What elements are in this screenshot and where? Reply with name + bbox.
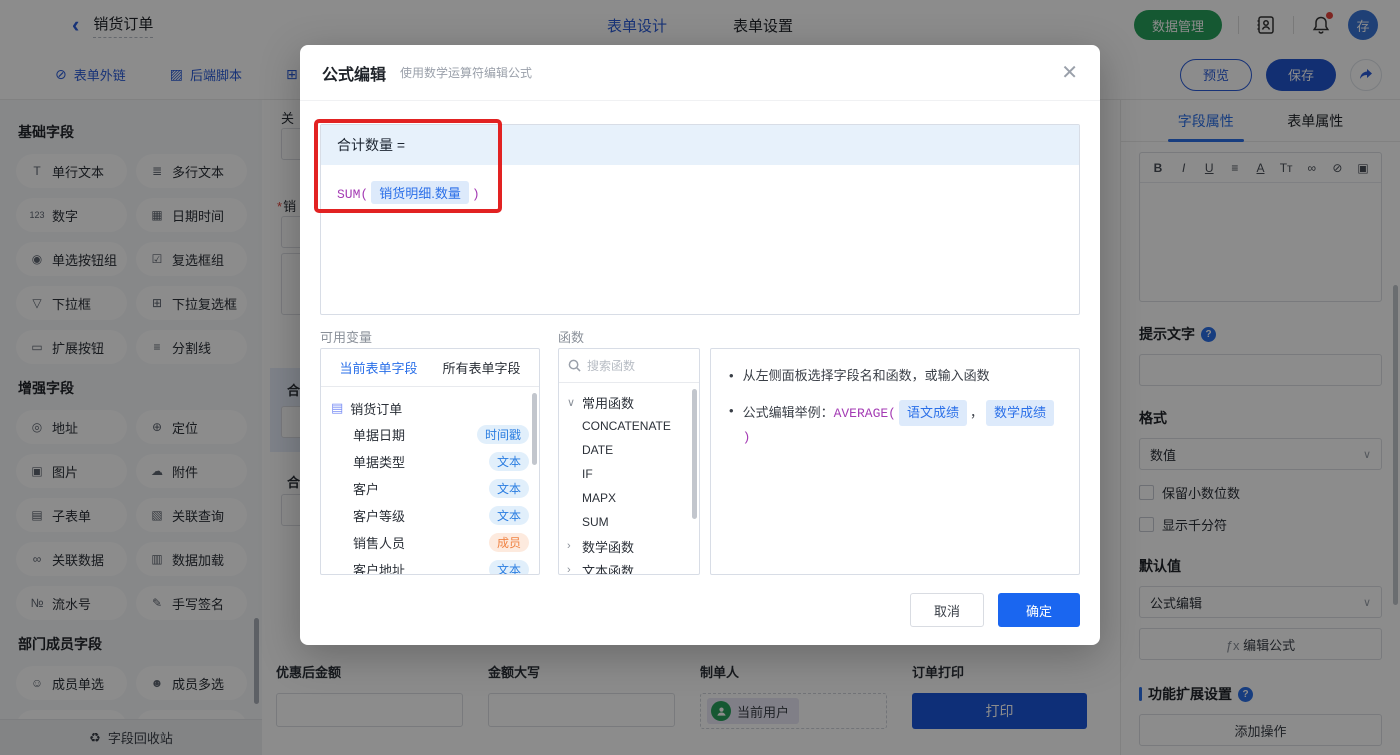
- formula-function-open: SUM(: [337, 187, 368, 202]
- function-item-sum[interactable]: SUM: [567, 510, 693, 534]
- variable-name: 单据类型: [353, 452, 489, 471]
- formula-target: 合计数量 =: [321, 125, 1079, 165]
- variable-name: 销售人员: [353, 533, 489, 552]
- modal-subtitle: 使用数学运算符编辑公式: [400, 64, 532, 81]
- cancel-button[interactable]: 取消: [910, 593, 984, 627]
- functions-scrollbar[interactable]: [692, 389, 697, 519]
- variable-row[interactable]: 客户等级文本: [331, 502, 529, 529]
- example-prefix: 公式编辑举例：: [743, 405, 834, 420]
- variable-row[interactable]: 单据类型文本: [331, 448, 529, 475]
- close-icon[interactable]: ✕: [1061, 63, 1078, 83]
- example-chip: 语文成绩: [899, 400, 967, 426]
- type-badge: 文本: [489, 452, 529, 471]
- variable-name: 客户地址: [353, 560, 489, 575]
- formula-edit-modal: 公式编辑 使用数学运算符编辑公式 ✕ 合计数量 = SUM(销货明细.数量) 可…: [300, 45, 1100, 645]
- function-item-concatenate[interactable]: CONCATENATE: [567, 414, 693, 438]
- bullet-icon: •: [729, 365, 734, 387]
- tree-root-form[interactable]: ▤ 销货订单: [331, 395, 529, 421]
- variables-tabs: 当前表单字段 所有表单字段: [321, 349, 539, 387]
- variable-row[interactable]: 销售人员成员: [331, 529, 529, 556]
- modal-footer: 取消 确定: [910, 593, 1080, 627]
- function-item-date[interactable]: DATE: [567, 438, 693, 462]
- help-line-2: • 公式编辑举例：AVERAGE(语文成绩，数学成绩): [729, 400, 1061, 449]
- function-item-if[interactable]: IF: [567, 462, 693, 486]
- type-badge: 文本: [489, 560, 529, 575]
- search-icon: [568, 359, 581, 372]
- type-badge: 时间戳: [477, 425, 529, 444]
- functions-label: 函数: [558, 327, 584, 346]
- tab-current-form-fields[interactable]: 当前表单字段: [339, 358, 417, 377]
- formula-expression[interactable]: SUM(销货明细.数量): [321, 165, 1079, 220]
- function-group-common[interactable]: ∨ 常用函数: [567, 390, 693, 414]
- confirm-button[interactable]: 确定: [998, 593, 1080, 627]
- group-label: 数学函数: [582, 537, 634, 556]
- group-label: 常用函数: [582, 393, 634, 412]
- variable-name: 客户等级: [353, 506, 489, 525]
- variable-row[interactable]: 客户地址文本: [331, 556, 529, 575]
- variables-panel: 当前表单字段 所有表单字段 ▤ 销货订单 单据日期时间戳 单据类型文本 客户文本…: [320, 348, 540, 575]
- variable-name: 客户: [353, 479, 489, 498]
- modal-title: 公式编辑: [322, 61, 386, 85]
- field-chip[interactable]: 销货明细.数量: [371, 181, 469, 204]
- comma: ，: [970, 405, 983, 420]
- variables-scrollbar[interactable]: [532, 393, 537, 465]
- caret-right-icon: ›: [567, 564, 577, 575]
- function-group-math[interactable]: › 数学函数: [567, 534, 693, 558]
- tab-all-form-fields[interactable]: 所有表单字段: [442, 358, 520, 377]
- function-item-mapx[interactable]: MAPX: [567, 486, 693, 510]
- caret-right-icon: ›: [567, 540, 577, 552]
- formula-editor[interactable]: 合计数量 = SUM(销货明细.数量): [320, 124, 1080, 315]
- formula-function-close: ): [472, 187, 480, 202]
- variables-tree: ▤ 销货订单 单据日期时间戳 单据类型文本 客户文本 客户等级文本 销售人员成员…: [321, 387, 539, 575]
- help-panel: • 从左侧面板选择字段名和函数，或输入函数 • 公式编辑举例：AVERAGE(语…: [710, 348, 1080, 575]
- function-group-text[interactable]: › 文本函数: [567, 558, 693, 575]
- function-search[interactable]: [559, 349, 699, 383]
- type-badge: 文本: [489, 506, 529, 525]
- modal-header: 公式编辑 使用数学运算符编辑公式 ✕: [300, 45, 1100, 101]
- example-function: AVERAGE(: [834, 406, 896, 421]
- variable-row[interactable]: 客户文本: [331, 475, 529, 502]
- example-chip: 数学成绩: [986, 400, 1054, 426]
- type-badge: 成员: [489, 533, 529, 552]
- type-badge: 文本: [489, 479, 529, 498]
- bullet-icon: •: [729, 400, 734, 449]
- caret-down-icon: ∨: [567, 396, 577, 409]
- variables-label: 可用变量: [320, 327, 372, 346]
- tree-root-label: 销货订单: [350, 399, 402, 418]
- example-close-paren: ): [743, 430, 751, 445]
- variable-row[interactable]: 单据日期时间戳: [331, 421, 529, 448]
- functions-tree: ∨ 常用函数 CONCATENATE DATE IF MAPX SUM › 数学…: [559, 383, 699, 575]
- group-label: 文本函数: [582, 561, 634, 576]
- variable-name: 单据日期: [353, 425, 477, 444]
- functions-panel: ∨ 常用函数 CONCATENATE DATE IF MAPX SUM › 数学…: [558, 348, 700, 575]
- document-icon: ▤: [331, 400, 343, 416]
- help-line-1: • 从左侧面板选择字段名和函数，或输入函数: [729, 365, 1061, 387]
- function-search-input[interactable]: [587, 359, 682, 373]
